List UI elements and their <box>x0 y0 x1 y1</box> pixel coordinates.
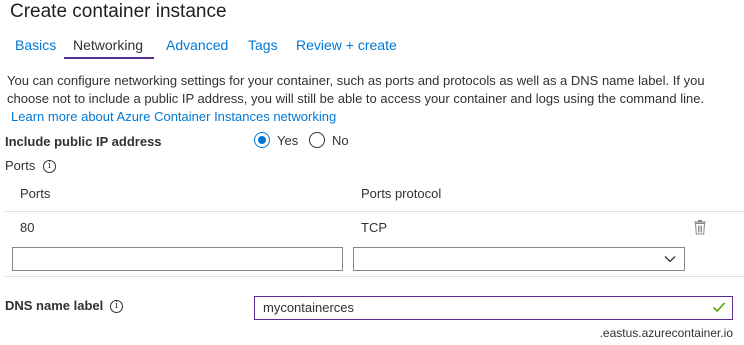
ports-section-label: Ports i <box>5 157 56 175</box>
table-divider <box>5 211 744 212</box>
dns-name-input[interactable]: mycontainerces <box>254 296 733 320</box>
ports-label-text: Ports <box>5 158 36 173</box>
learn-more-link[interactable]: Learn more about Azure Container Instanc… <box>11 108 336 126</box>
protocol-cell: TCP <box>361 220 387 235</box>
tab-basics[interactable]: Basics <box>15 36 56 54</box>
active-tab-indicator <box>64 57 154 59</box>
dns-suffix: .eastus.azurecontainer.io <box>599 326 733 340</box>
public-ip-yes-radio[interactable]: Yes <box>254 132 298 148</box>
tab-networking[interactable]: Networking <box>73 36 143 54</box>
dns-label: DNS name label i <box>5 297 123 315</box>
new-port-input[interactable] <box>12 247 343 271</box>
public-ip-label: Include public IP address <box>5 134 162 149</box>
dns-input-value: mycontainerces <box>263 300 355 315</box>
trash-icon[interactable] <box>693 220 707 235</box>
radio-circle[interactable] <box>309 132 325 148</box>
dns-label-text: DNS name label <box>5 298 104 313</box>
tab-tags[interactable]: Tags <box>248 36 278 54</box>
info-icon[interactable]: i <box>109 300 123 314</box>
radio-label-no: No <box>332 132 349 148</box>
radio-label-yes: Yes <box>277 132 299 148</box>
table-bottom-divider <box>5 276 744 277</box>
chevron-down-icon <box>664 256 676 263</box>
protocol-column-header: Ports protocol <box>361 186 442 201</box>
radio-circle[interactable] <box>254 132 270 148</box>
port-cell: 80 <box>20 220 35 235</box>
public-ip-no-radio[interactable]: No <box>309 132 349 148</box>
tab-review-create[interactable]: Review + create <box>296 36 397 54</box>
ports-column-header: Ports <box>20 186 51 201</box>
page-title: Create container instance <box>10 1 227 22</box>
tab-bar: Basics Networking Advanced Tags Review +… <box>0 36 744 62</box>
info-icon[interactable]: i <box>42 160 56 174</box>
checkmark-icon <box>712 302 726 313</box>
new-protocol-select[interactable] <box>353 247 685 271</box>
networking-description: You can configure networking settings fo… <box>7 73 705 106</box>
tab-advanced[interactable]: Advanced <box>166 36 228 54</box>
